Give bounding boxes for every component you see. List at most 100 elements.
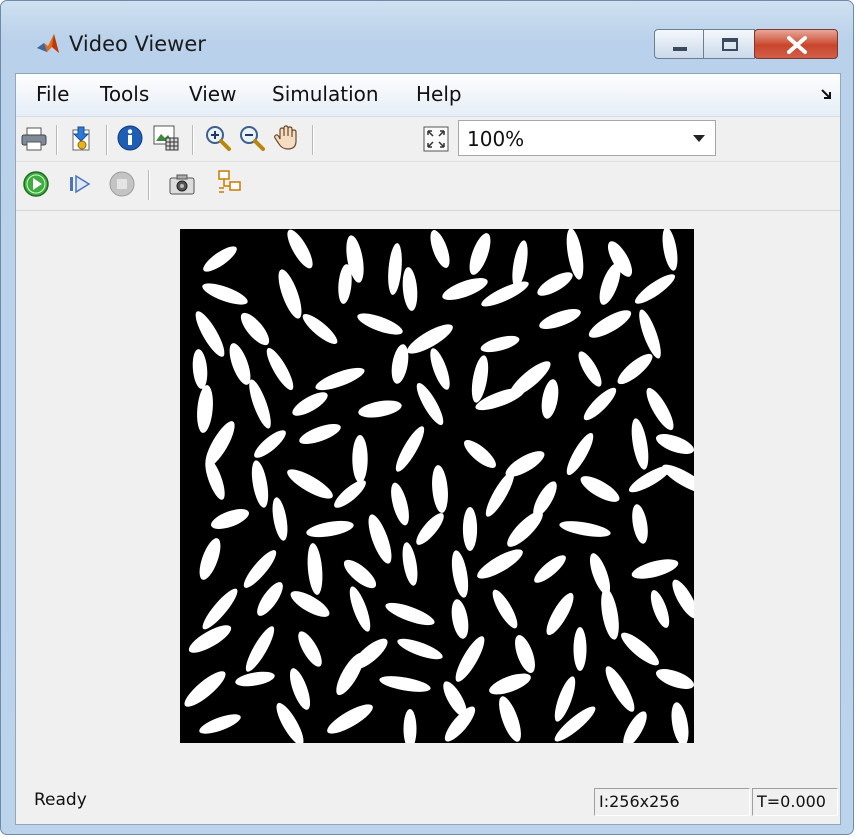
- rice-grain: [199, 538, 221, 580]
- zoom-out-icon[interactable]: [238, 124, 266, 152]
- minimize-button[interactable]: [654, 29, 704, 59]
- zoom-dropdown[interactable]: 100%: [458, 120, 716, 156]
- rice-grain: [432, 465, 448, 513]
- rice-grain: [605, 666, 635, 712]
- rice-grain: [539, 308, 581, 330]
- rice-grain: [403, 709, 417, 743]
- rice-grain: [671, 702, 689, 743]
- rice-grain: [650, 590, 670, 628]
- rice-grain: [430, 348, 450, 390]
- rice-grain: [580, 476, 620, 502]
- rice-grain: [639, 309, 661, 359]
- rice-grain: [278, 269, 302, 319]
- rice-grain: [343, 559, 377, 589]
- image-dimensions: I:256x256: [594, 788, 750, 816]
- highlight-block-icon[interactable]: [216, 168, 244, 196]
- window-title: Video Viewer: [69, 32, 206, 56]
- rice-grain: [385, 602, 435, 626]
- rice-grain: [621, 632, 659, 666]
- menu-file[interactable]: File: [34, 82, 71, 106]
- rice-grain: [388, 243, 402, 295]
- menu-tools[interactable]: Tools: [98, 82, 151, 106]
- fit-to-view-icon[interactable]: [422, 125, 450, 153]
- zoom-in-icon[interactable]: [204, 124, 232, 152]
- rice-grain: [507, 511, 543, 547]
- rice-grain: [601, 588, 619, 640]
- title-bar[interactable]: Video Viewer: [1, 1, 853, 73]
- rice-grain: [202, 283, 248, 305]
- toolbar-main: 100%: [16, 117, 840, 162]
- rice-grain: [287, 469, 333, 499]
- toolbar-simulation: [16, 162, 840, 206]
- rice-grain: [589, 553, 611, 595]
- menu-bar: File Tools View Simulation Help: [16, 74, 840, 117]
- play-icon[interactable]: [22, 170, 50, 198]
- rice-grain: [257, 582, 283, 616]
- rice-grain: [632, 504, 648, 544]
- rice-grain: [583, 387, 617, 421]
- export-icon[interactable]: [68, 124, 96, 152]
- rice-grain: [251, 460, 269, 508]
- print-icon[interactable]: [20, 125, 48, 153]
- rice-grain: [469, 233, 491, 275]
- maximize-button[interactable]: [703, 29, 755, 59]
- rice-grain: [298, 631, 322, 667]
- info-icon[interactable]: [116, 124, 144, 152]
- rice-grain: [462, 507, 478, 551]
- rice-grain: [416, 382, 444, 426]
- video-display-area[interactable]: [16, 210, 840, 780]
- rice-grain: [672, 579, 694, 619]
- rice-grain: [588, 310, 632, 338]
- rice-grain: [292, 392, 328, 416]
- toolbar-separator: [56, 125, 58, 155]
- toolbar-separator: [312, 125, 314, 155]
- rice-grain: [249, 379, 271, 429]
- rice-grain: [489, 673, 531, 695]
- rice-grain: [485, 471, 515, 517]
- rice-grain: [402, 267, 418, 311]
- rice-grain: [357, 313, 403, 335]
- rice-grain: [272, 497, 288, 541]
- rice-grain: [566, 432, 594, 476]
- rice-grain: [634, 274, 676, 304]
- rice-grain: [184, 671, 226, 707]
- snapshot-icon[interactable]: [168, 170, 196, 198]
- client-area: File Tools View Simulation Help 100% Rea…: [15, 73, 841, 825]
- rice-grain: [623, 711, 647, 743]
- rice-grain: [240, 312, 270, 346]
- rice-grain: [379, 676, 431, 692]
- rice-grain: [464, 440, 496, 468]
- rice-grain: [656, 669, 694, 689]
- rice-grain: [203, 246, 237, 272]
- rice-grain: [315, 367, 365, 391]
- menu-view[interactable]: View: [187, 82, 238, 106]
- rice-grain: [307, 543, 323, 595]
- rice-grain: [492, 589, 518, 629]
- dock-arrow-icon[interactable]: [820, 88, 832, 100]
- menu-help[interactable]: Help: [414, 82, 464, 106]
- rice-grain: [512, 240, 528, 288]
- pixel-region-icon[interactable]: [152, 124, 180, 152]
- rice-grain: [515, 635, 535, 673]
- rice-grain: [662, 464, 694, 494]
- menu-simulation[interactable]: Simulation: [270, 82, 381, 106]
- stop-icon[interactable]: [108, 170, 136, 198]
- rice-grain: [442, 278, 488, 300]
- status-bar: Ready I:256x256 T=0.000: [16, 778, 840, 824]
- rice-grain: [290, 591, 330, 617]
- rice-grain: [245, 626, 275, 672]
- rice-grain: [617, 353, 653, 385]
- rice-grain: [391, 482, 409, 526]
- close-button[interactable]: [754, 29, 838, 59]
- rice-grain: [397, 638, 443, 660]
- rice-grain: [471, 355, 489, 403]
- step-forward-icon[interactable]: [66, 170, 94, 198]
- video-viewer-window: Video Viewer File Tools View Simulation …: [0, 0, 854, 835]
- rice-grain: [197, 385, 213, 433]
- rice-grain: [192, 349, 208, 389]
- rice-grain: [199, 714, 241, 734]
- rice-grain: [302, 314, 338, 344]
- rice-grain: [559, 521, 611, 537]
- pan-hand-icon[interactable]: [272, 123, 300, 151]
- rice-grain: [455, 636, 485, 682]
